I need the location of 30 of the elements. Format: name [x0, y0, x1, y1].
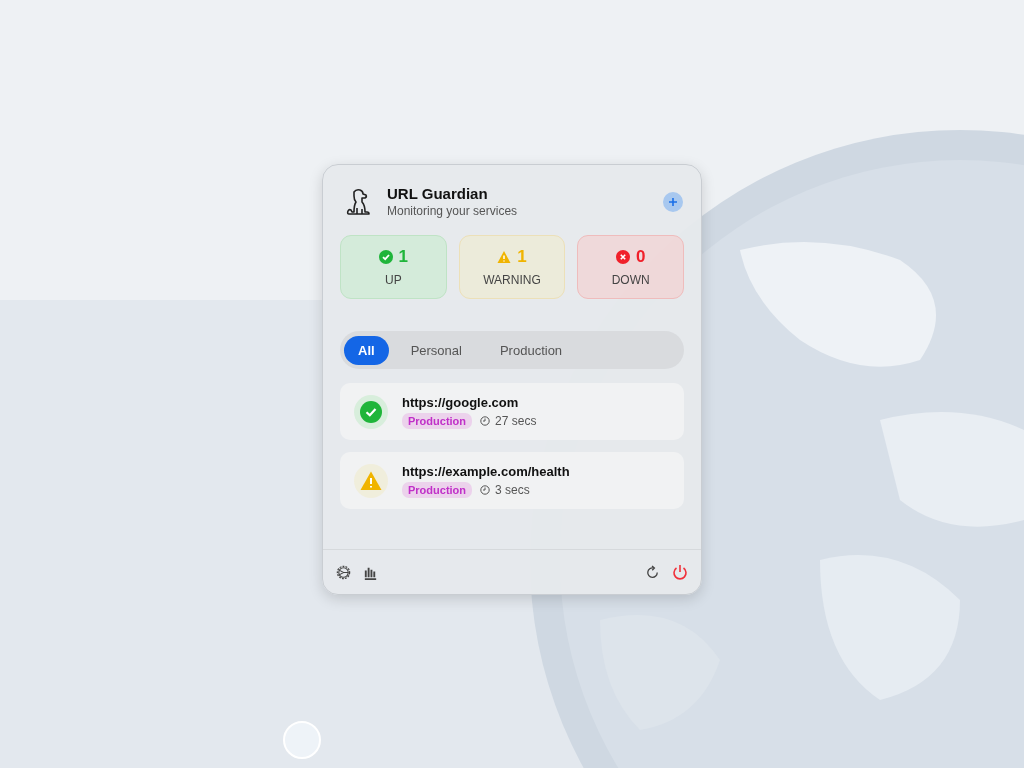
power-button[interactable]: [671, 563, 689, 581]
filter-tab[interactable]: Production: [483, 335, 579, 365]
monitor-url: https://example.com/health: [402, 463, 570, 479]
status-label: WARNING: [483, 273, 541, 287]
app-title: URL Guardian: [387, 185, 489, 202]
refresh-button[interactable]: [644, 563, 661, 581]
tag-badge: Production: [402, 412, 473, 429]
status-count: 0: [635, 247, 646, 267]
monitor-url: https://google.com: [402, 394, 520, 410]
clock-icon: [480, 484, 491, 495]
app-subtitle: Monitoring your services: [387, 204, 519, 218]
status-count: 1: [398, 247, 409, 267]
filter-tab[interactable]: Personal: [394, 335, 478, 365]
error-icon: [615, 250, 630, 264]
filter-tab[interactable]: All: [344, 335, 389, 365]
plus-icon: [668, 196, 678, 207]
status-label: UP: [385, 273, 402, 287]
clock-icon: [480, 415, 491, 426]
check-age: 3 secs: [495, 482, 530, 497]
add-button[interactable]: [663, 191, 683, 212]
monitor-card[interactable]: https://google.com Production 27 secs: [340, 383, 684, 440]
warning-icon: [497, 250, 512, 264]
check-icon: [378, 250, 393, 264]
dog-icon: [345, 187, 371, 216]
status-count: 1: [517, 247, 527, 267]
status-label: DOWN: [611, 273, 650, 287]
check-age: 27 secs: [495, 413, 537, 428]
settings-button[interactable]: [335, 563, 352, 581]
monitor-card[interactable]: https://example.com/health Production 3 secs: [340, 452, 684, 509]
tag-badge: Production: [402, 481, 473, 498]
